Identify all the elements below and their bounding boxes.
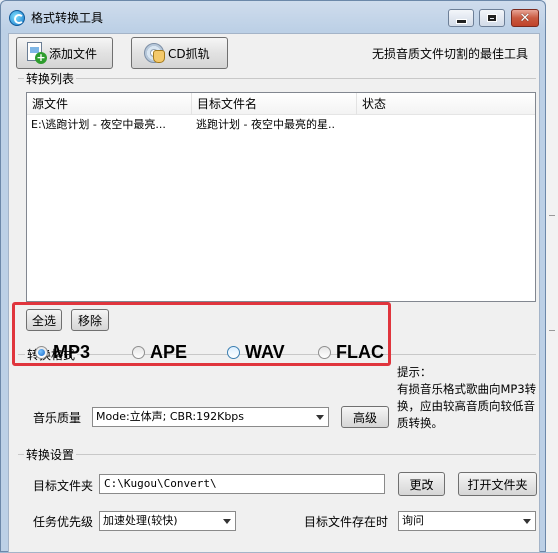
conversion-list[interactable]: 源文件 目标文件名 状态 E:\逃跑计划 - 夜空中最亮... 逃跑计划 - 夜… bbox=[26, 92, 536, 302]
slogan-text: 无损音质文件切割的最佳工具 bbox=[372, 47, 529, 61]
settings-group-divider bbox=[18, 454, 536, 455]
priority-value: 加速处理(较快) bbox=[103, 514, 178, 527]
maximize-icon bbox=[487, 14, 497, 22]
title-bar[interactable]: 格式转换工具 ✕ bbox=[1, 1, 545, 33]
conversion-list-label: 转换列表 bbox=[24, 70, 77, 87]
exists-label: 目标文件存在时 bbox=[304, 515, 389, 529]
list-item[interactable]: E:\逃跑计划 - 夜空中最亮... 逃跑计划 - 夜空中最亮的星.. bbox=[27, 116, 535, 134]
open-folder-button[interactable]: 打开文件夹 bbox=[458, 472, 537, 496]
list-cell-target: 逃跑计划 - 夜空中最亮的星.. bbox=[196, 118, 335, 131]
background-window-edge bbox=[546, 0, 558, 552]
app-icon bbox=[9, 10, 25, 26]
cd-icon bbox=[144, 42, 166, 64]
tip-content: 提示： 有损音乐格式歌曲向MP3转换，应由较高音质向较低音质转换。 bbox=[397, 365, 537, 430]
exists-select[interactable]: 询问 bbox=[398, 511, 536, 531]
cd-rip-label: CD抓轨 bbox=[168, 46, 210, 61]
chevron-down-icon bbox=[223, 519, 231, 524]
priority-select[interactable]: 加速处理(较快) bbox=[99, 511, 236, 531]
minimize-button[interactable] bbox=[448, 9, 474, 27]
window-title: 格式转换工具 bbox=[31, 11, 104, 25]
add-file-label: 添加文件 bbox=[49, 46, 98, 61]
column-header-source[interactable]: 源文件 bbox=[27, 93, 192, 115]
settings-group-label: 转换设置 bbox=[24, 446, 77, 463]
target-folder-field[interactable]: C:\Kugou\Convert\ bbox=[99, 474, 385, 494]
change-folder-button[interactable]: 更改 bbox=[398, 472, 445, 496]
list-cell-source: E:\逃跑计划 - 夜空中最亮... bbox=[31, 118, 166, 131]
chevron-down-icon bbox=[316, 415, 324, 420]
quality-value: Mode:立体声; CBR:192Kbps bbox=[96, 410, 245, 423]
quality-select[interactable]: Mode:立体声; CBR:192Kbps bbox=[92, 407, 329, 427]
advanced-button[interactable]: 高级 bbox=[341, 406, 389, 428]
target-folder-label: 目标文件夹 bbox=[33, 479, 94, 493]
column-header-status[interactable]: 状态 bbox=[357, 93, 535, 115]
tip-text: 提示： 有损音乐格式歌曲向MP3转换，应由较高音质向较低音质转换。 bbox=[397, 364, 542, 432]
minimize-icon bbox=[455, 18, 467, 24]
maximize-button[interactable] bbox=[479, 9, 505, 27]
list-header: 源文件 目标文件名 状态 bbox=[27, 93, 535, 115]
column-header-target[interactable]: 目标文件名 bbox=[192, 93, 357, 115]
quality-label: 音乐质量 bbox=[33, 411, 82, 425]
add-file-icon: + bbox=[25, 42, 47, 64]
close-button[interactable]: ✕ bbox=[511, 9, 539, 27]
cd-rip-button[interactable]: CD抓轨 bbox=[131, 37, 228, 69]
list-group-divider bbox=[18, 78, 536, 79]
exists-value: 询问 bbox=[402, 514, 424, 527]
highlight-box bbox=[12, 302, 391, 366]
add-file-button[interactable]: + 添加文件 bbox=[16, 37, 113, 69]
client-area: + 添加文件 CD抓轨 无损音质文件切割的最佳工具 转换列表 源文件 目标文件名… bbox=[8, 33, 540, 553]
priority-label: 任务优先级 bbox=[33, 515, 94, 529]
chevron-down-icon bbox=[523, 519, 531, 524]
close-icon: ✕ bbox=[519, 10, 531, 26]
format-converter-window: 格式转换工具 ✕ + 添加文件 CD抓轨 无损音质文件切割的最佳工具 转换列表 bbox=[0, 0, 546, 553]
